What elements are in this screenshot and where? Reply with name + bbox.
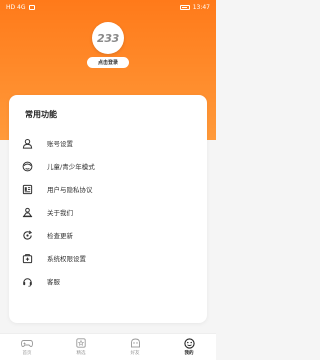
menu-item-label: 儿童/青少年模式 xyxy=(47,163,95,171)
tab-label: 我的 xyxy=(184,351,194,356)
child-face-icon xyxy=(21,160,33,172)
tab-home[interactable]: 首页 xyxy=(7,338,47,356)
avatar-logo-text: 233 xyxy=(96,31,120,45)
tab-label: 精选 xyxy=(76,351,86,356)
menu-item-youth-mode[interactable]: 儿童/青少年模式 xyxy=(21,156,201,176)
menu-item-about-us[interactable]: 关于我们 xyxy=(21,202,201,222)
status-bar: HD 4G 13:47 xyxy=(0,0,216,14)
document-icon xyxy=(21,183,33,195)
tab-friends[interactable]: 好友 xyxy=(115,338,155,356)
menu-item-privacy-agreement[interactable]: 用户与隐私协议 xyxy=(21,179,201,199)
avatar[interactable]: 233 xyxy=(92,22,124,54)
friends-icon xyxy=(129,338,141,348)
signal-icon xyxy=(28,4,35,10)
user-icon xyxy=(21,137,33,149)
tab-mine[interactable]: 我的 xyxy=(169,337,209,356)
clock: 13:47 xyxy=(192,3,210,11)
info-person-icon xyxy=(21,206,33,218)
tab-label: 好友 xyxy=(130,351,140,356)
refresh-icon xyxy=(21,229,33,241)
smile-icon xyxy=(183,337,195,349)
menu-item-check-update[interactable]: 检查更新 xyxy=(21,225,201,245)
login-button[interactable]: 点击登录 xyxy=(87,57,129,68)
menu-item-label: 用户与隐私协议 xyxy=(47,186,93,194)
permissions-icon xyxy=(21,252,33,264)
network-indicator: HD 4G xyxy=(6,3,26,11)
menu-item-system-permissions[interactable]: 系统权限设置 xyxy=(21,248,201,268)
menu-item-label: 系统权限设置 xyxy=(47,255,86,263)
status-left: HD 4G xyxy=(6,4,35,11)
common-functions-card: 常用功能 账号设置 儿童/青少年模式 用户与隐私协议 关于我们 检查更新 系统权… xyxy=(9,95,207,323)
gamepad-icon xyxy=(21,338,33,348)
menu-item-customer-service[interactable]: 客服 xyxy=(21,271,201,291)
battery-icon xyxy=(179,4,190,10)
status-right: 13:47 xyxy=(179,3,210,11)
star-box-icon xyxy=(75,338,87,348)
menu-item-label: 账号设置 xyxy=(47,140,73,148)
menu-item-label: 检查更新 xyxy=(47,232,73,240)
tab-featured[interactable]: 精选 xyxy=(61,338,101,356)
menu-item-label: 客服 xyxy=(47,278,60,286)
bottom-tab-bar: 首页 精选 好友 我的 xyxy=(0,333,216,360)
section-title: 常用功能 xyxy=(25,110,57,119)
tab-label: 首页 xyxy=(22,351,32,356)
menu-item-account-settings[interactable]: 账号设置 xyxy=(21,133,201,153)
headset-icon xyxy=(21,275,33,287)
menu-item-label: 关于我们 xyxy=(47,209,73,217)
